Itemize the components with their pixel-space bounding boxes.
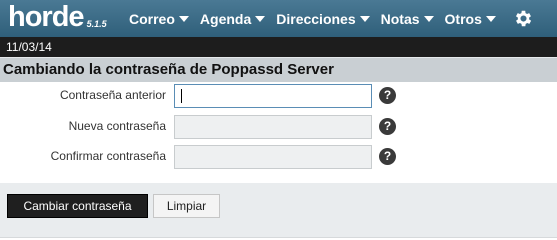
menu-item-correo[interactable]: Correo [129,11,189,27]
chevron-down-icon [255,15,266,22]
form-actions: Cambiar contraseña Limpiar [0,183,557,237]
new-password-field[interactable] [174,115,372,139]
text-cursor [181,89,182,103]
menu-item-label: Agenda [199,10,252,27]
change-password-button[interactable]: Cambiar contraseña [7,194,148,218]
menu-item-label: Notas [380,10,420,27]
gear-icon[interactable] [513,8,534,29]
main-menu: Correo Agenda Direcciones Notas Otros [129,0,507,37]
page-title-bar: Cambiando la contraseña de Poppassd Serv… [0,57,557,82]
logo-wordmark: horde [8,1,85,33]
reset-button[interactable]: Limpiar [153,194,220,218]
old-password-label: Contraseña anterior [59,88,166,102]
new-password-label: Nueva contraseña [68,119,166,133]
help-icon[interactable]: ? [379,118,396,135]
chevron-down-icon [485,15,496,22]
menu-item-notas[interactable]: Notas [381,11,434,27]
logo-version: 5.1.5 [86,19,107,29]
form-row-new-password: Nueva contraseña ? [0,115,557,141]
horde-logo[interactable]: horde 5.1.5 [8,3,107,32]
help-icon[interactable]: ? [379,87,396,104]
chevron-down-icon [359,15,370,22]
confirm-password-label: Confirmar contraseña [50,149,166,163]
form-row-old-password: Contraseña anterior ? [0,84,557,110]
current-date: 11/03/14 [6,40,52,54]
page-title: Cambiando la contraseña de Poppassd Serv… [3,61,334,78]
confirm-password-field[interactable] [174,145,372,169]
chevron-down-icon [423,15,434,22]
menu-item-label: Correo [129,10,175,27]
date-bar: 11/03/14 [0,37,557,57]
menu-item-label: Direcciones [276,10,356,27]
form-row-confirm-password: Confirmar contraseña ? [0,145,557,171]
old-password-field[interactable] [174,84,372,108]
help-icon[interactable]: ? [379,148,396,165]
menu-item-label: Otros [444,10,482,27]
top-navigation-bar: horde 5.1.5 Correo Agenda Direcciones No… [0,0,557,37]
chevron-down-icon [178,15,189,22]
menu-item-agenda[interactable]: Agenda [199,10,266,27]
menu-item-otros[interactable]: Otros [445,11,496,27]
menu-item-direcciones[interactable]: Direcciones [276,10,370,27]
